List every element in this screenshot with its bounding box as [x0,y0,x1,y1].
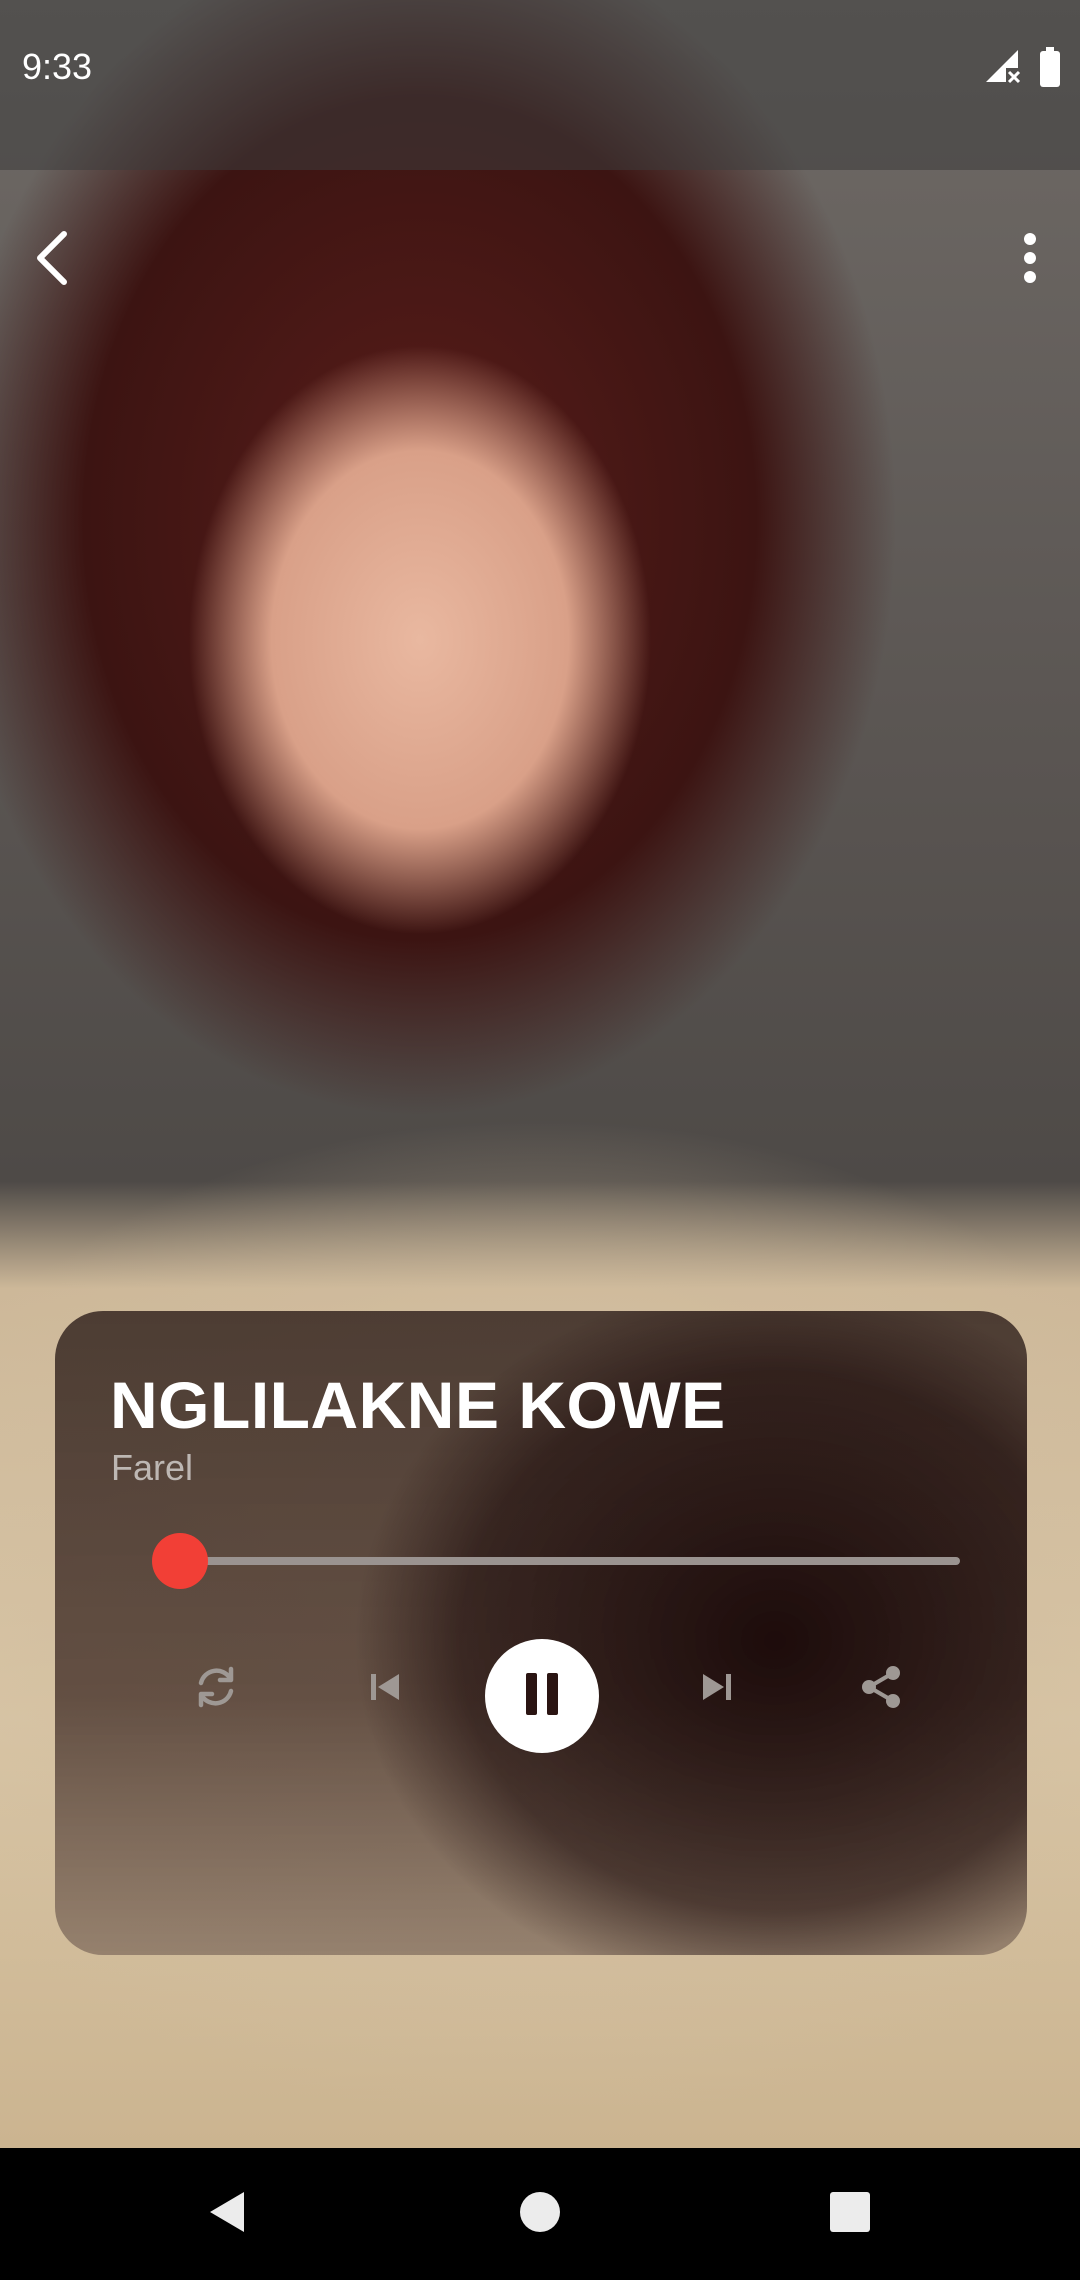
status-time: 9:33 [22,46,93,87]
player-card: NGLILAKNE KOWE Farel [55,1311,1027,1955]
repeat-icon [192,1663,240,1716]
more-options-button[interactable] [990,220,1070,300]
status-icons [984,46,1060,89]
seek-bar[interactable] [180,1557,960,1565]
nav-home-button[interactable] [508,2182,572,2246]
nav-back-icon [206,2189,248,2240]
skip-next-icon [700,1671,734,1708]
battery-icon [1040,46,1060,87]
next-button[interactable] [683,1655,751,1723]
back-button[interactable] [10,220,90,300]
share-button[interactable] [847,1655,915,1723]
skip-previous-icon [368,1671,402,1708]
chevron-left-icon [30,228,70,293]
nav-recents-icon [829,2191,871,2238]
no-signal-icon [984,48,1022,89]
repeat-button[interactable] [182,1655,250,1723]
song-title: NGLILAKNE KOWE [110,1368,726,1442]
more-vertical-icon [1022,232,1038,288]
pause-button[interactable] [485,1639,599,1753]
pause-icon [522,1671,562,1722]
nav-home-icon [519,2191,561,2238]
navigation-bar [0,2148,1080,2280]
artist-name: Farel [111,1447,194,1488]
nav-back-button[interactable] [195,2182,259,2246]
status-bar: 9:33 [0,0,1080,170]
seek-thumb[interactable] [152,1533,208,1589]
previous-button[interactable] [351,1655,419,1723]
nav-recents-button[interactable] [818,2182,882,2246]
share-icon [857,1663,905,1716]
